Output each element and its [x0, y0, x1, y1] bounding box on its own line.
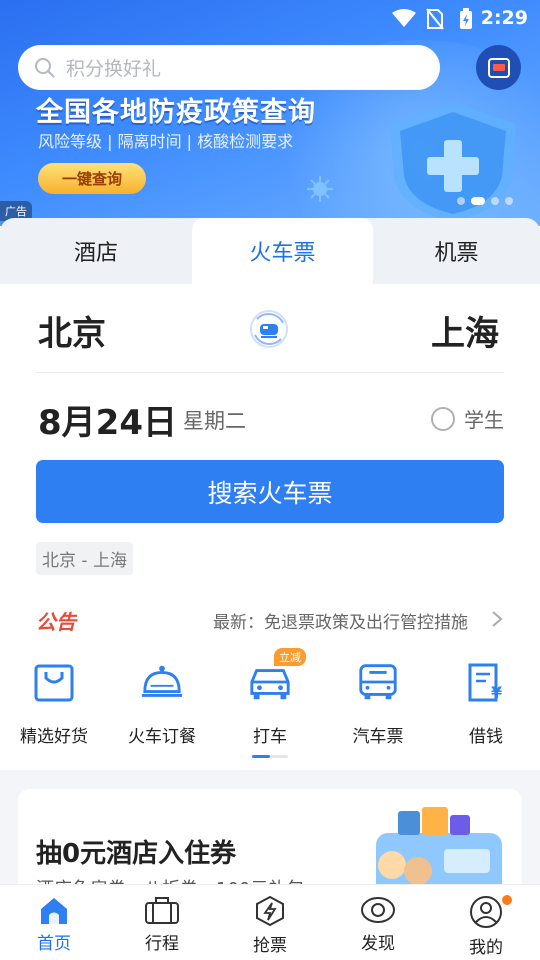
car-icon: 立减 [248, 648, 306, 704]
lightning-ticket-icon [256, 895, 284, 927]
search-icon [35, 57, 55, 78]
departure-weekday[interactable]: 星期二 [183, 405, 246, 435]
virus-icon [307, 176, 333, 202]
service-grid: 精选好货 火车订餐 立减 打车 汽车票 ¥ 借钱 [0, 648, 540, 760]
svg-text:¥: ¥ [491, 683, 502, 702]
from-city[interactable]: 北京 [38, 306, 106, 355]
battery-charging-icon [460, 8, 472, 29]
nav-label: 抢票 [253, 936, 287, 956]
carousel-dots[interactable] [457, 197, 513, 205]
tab-flight[interactable]: 机票 [373, 218, 540, 284]
nav-profile[interactable]: 我的 [432, 895, 540, 958]
bus-icon [356, 660, 400, 704]
search-input[interactable]: 积分换好礼 [18, 45, 440, 90]
service-label: 汽车票 [352, 727, 404, 747]
search-train-button[interactable]: 搜索火车票 [36, 460, 504, 523]
nav-label: 行程 [145, 934, 179, 954]
suitcase-icon [145, 897, 179, 924]
service-label: 借钱 [469, 727, 503, 747]
departure-date[interactable]: 8月24日 [38, 395, 177, 444]
wifi-icon [392, 9, 416, 27]
promo-title: 抽0元酒店入住券 [36, 839, 237, 869]
notification-dot [502, 895, 512, 905]
status-bar: 2:29 [0, 0, 540, 36]
search-placeholder: 积分换好礼 [66, 58, 162, 80]
notice-label: 公告 [36, 610, 76, 634]
search-history-chip[interactable]: 北京 - 上海 [36, 542, 133, 575]
discover-eye-icon [361, 897, 395, 923]
service-label: 打车 [253, 727, 287, 747]
service-label: 精选好货 [20, 727, 88, 747]
loan-document-icon: ¥ [464, 660, 508, 704]
no-sim-icon [426, 8, 444, 30]
service-loan[interactable]: ¥ 借钱 [432, 660, 540, 747]
service-taxi[interactable]: 立减 打车 [216, 648, 324, 747]
shopping-bag-icon [32, 660, 76, 704]
nav-label: 发现 [361, 934, 395, 954]
nav-label: 我的 [469, 938, 503, 958]
tab-hotel[interactable]: 酒店 [0, 218, 192, 284]
student-option[interactable]: 学生 [431, 404, 504, 433]
carousel-dot[interactable] [457, 197, 465, 205]
ad-query-button[interactable]: 一键查询 [38, 163, 146, 194]
discount-badge: 立减 [274, 648, 306, 666]
service-label: 火车订餐 [128, 727, 196, 747]
ticket-scan-button[interactable] [476, 45, 521, 90]
nav-grab-tickets[interactable]: 抢票 [216, 895, 324, 956]
carousel-dot[interactable] [491, 197, 499, 205]
carousel-dot-active[interactable] [471, 197, 485, 205]
shield-icon [390, 102, 516, 222]
promo-card[interactable]: 抽0元酒店入住券 酒店免房券，八折券，100元礼包 [18, 789, 522, 899]
booking-tabs: 酒店 火车票 机票 [0, 218, 540, 284]
nav-trips[interactable]: 行程 [108, 895, 216, 954]
divider [36, 372, 504, 373]
ad-title: 全国各地防疫政策查询 [36, 97, 316, 128]
status-time: 2:29 [480, 7, 528, 29]
nav-discover[interactable]: 发现 [324, 895, 432, 954]
tab-train[interactable]: 火车票 [192, 218, 373, 284]
service-scroll-indicator [252, 755, 288, 758]
ad-banner[interactable]: 2:29 积分换好礼 全国各地防疫政策查询 风险等级 | 隔离时间 | 核酸检测… [0, 0, 540, 226]
carousel-dot[interactable] [505, 197, 513, 205]
ad-subtitle: 风险等级 | 隔离时间 | 核酸检测要求 [38, 132, 294, 151]
student-radio[interactable] [431, 406, 455, 431]
home-icon [41, 898, 67, 924]
to-city[interactable]: 上海 [431, 306, 499, 355]
chevron-right-icon[interactable] [491, 610, 503, 628]
dining-cloche-icon [140, 660, 184, 704]
profile-icon [470, 896, 502, 928]
service-shopping[interactable]: 精选好货 [0, 660, 108, 747]
swap-cities-icon[interactable] [249, 309, 289, 349]
nav-label: 首页 [37, 934, 71, 954]
service-dining[interactable]: 火车订餐 [108, 660, 216, 747]
service-bus[interactable]: 汽车票 [324, 660, 432, 747]
bottom-navigation: 首页 行程 抢票 发现 我的 [0, 884, 540, 960]
student-label: 学生 [464, 408, 504, 432]
nav-home[interactable]: 首页 [0, 895, 108, 954]
ticket-scan-icon [487, 57, 510, 78]
notice-text[interactable]: 最新：免退票政策及出行管控措施 [213, 608, 468, 633]
